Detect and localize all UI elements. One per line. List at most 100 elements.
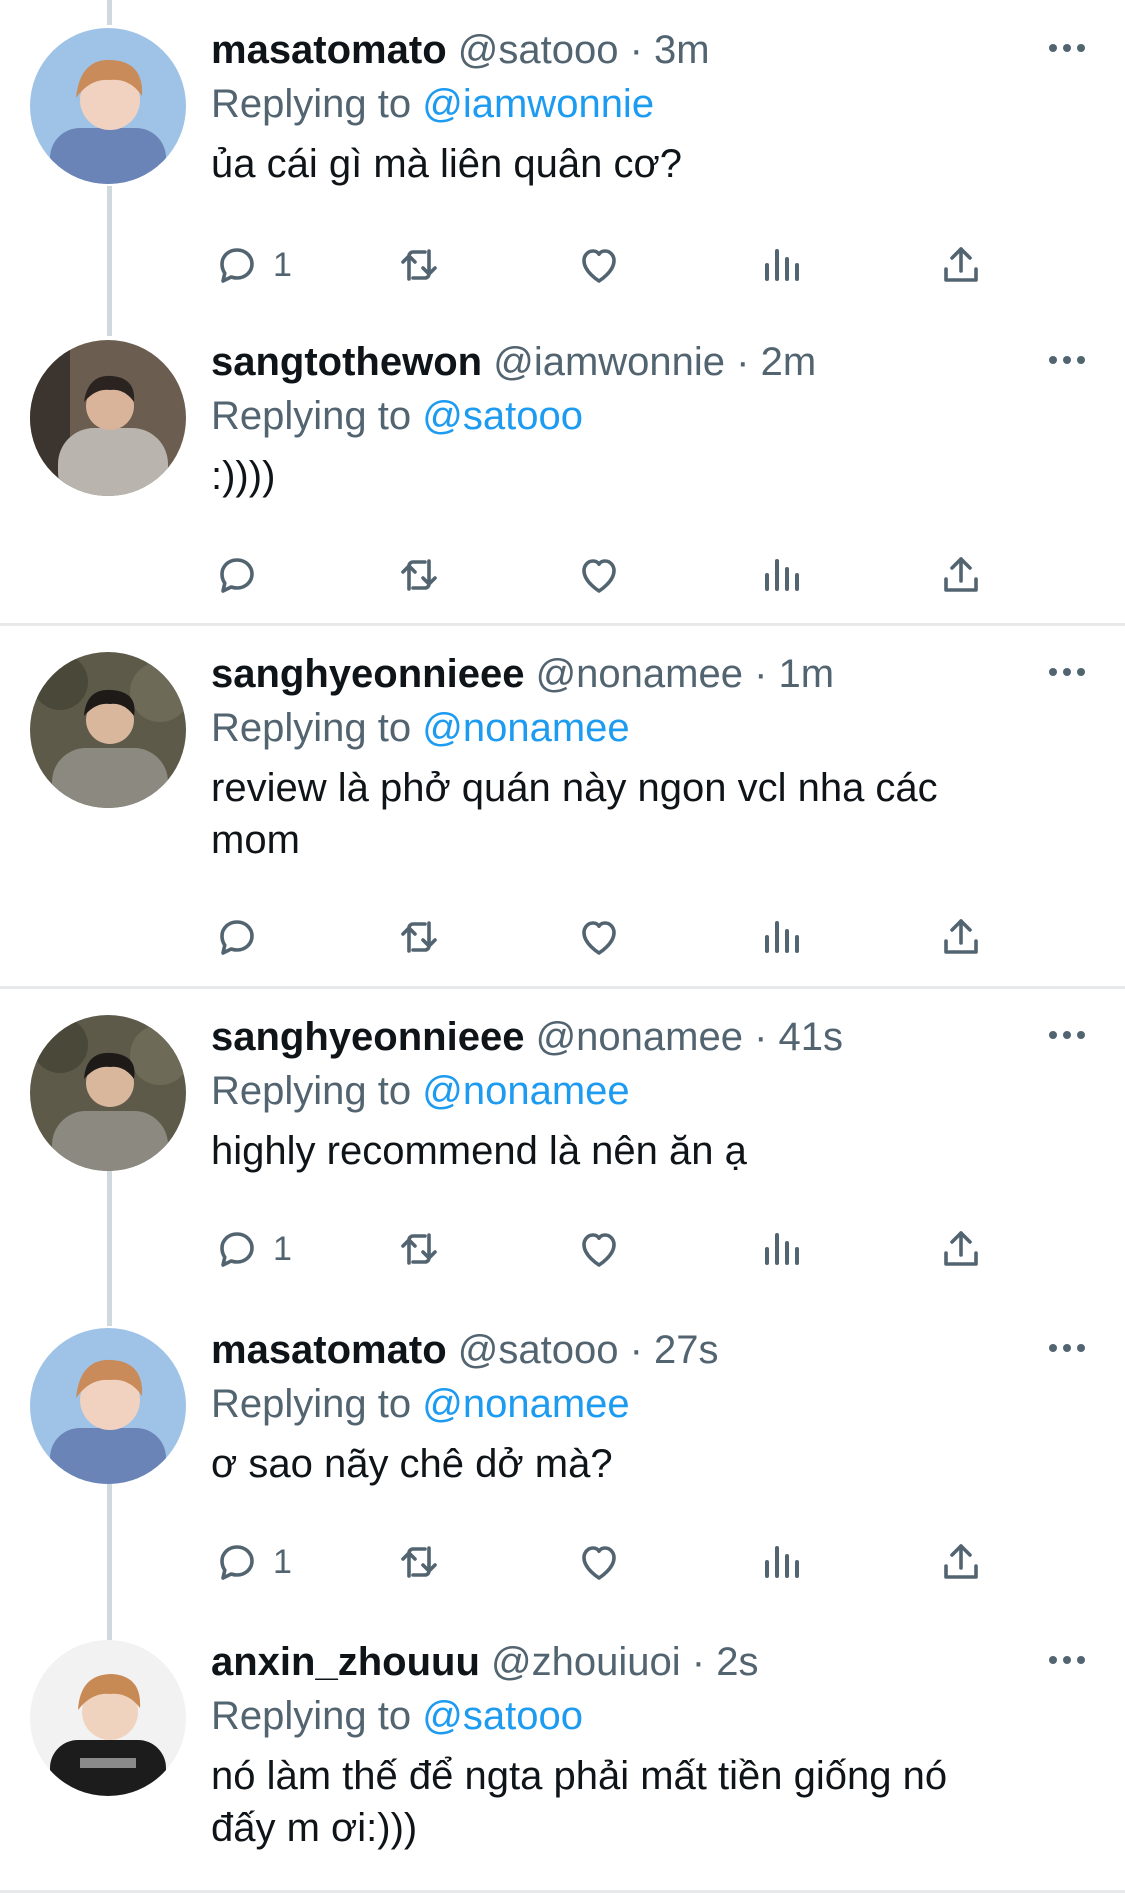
like-button[interactable] [575, 1219, 623, 1279]
separator-dot: · [736, 340, 750, 384]
separator-dot: · [754, 1015, 768, 1059]
retweet-button[interactable] [395, 1532, 443, 1592]
user-handle[interactable]: @satooo [458, 1328, 619, 1372]
retweet-button[interactable] [395, 907, 443, 967]
heart-icon [582, 1233, 616, 1267]
reply-count: 1 [273, 1542, 292, 1581]
retweet-button[interactable] [395, 1219, 443, 1279]
user-handle[interactable]: @zhouiuoi [491, 1640, 681, 1684]
reply-button[interactable]: 1 [213, 1219, 292, 1279]
display-name[interactable]: masatomato [211, 1328, 447, 1372]
like-button[interactable] [575, 545, 623, 605]
views-button[interactable] [757, 235, 805, 295]
tweet-text-line: review là phở quán này ngon vcl nha các [211, 766, 938, 810]
more-options-icon[interactable] [1041, 662, 1085, 682]
reply-icon [220, 1545, 254, 1580]
replying-mention[interactable]: @nonamee [422, 706, 629, 750]
action-bar [205, 907, 1005, 967]
views-icon [765, 559, 799, 591]
like-button[interactable] [575, 235, 623, 295]
views-button[interactable] [757, 907, 805, 967]
like-button[interactable] [575, 1532, 623, 1592]
more-options-icon[interactable] [1041, 350, 1085, 370]
timestamp[interactable]: 3m [654, 28, 710, 72]
avatar[interactable] [30, 1640, 186, 1796]
avatar[interactable] [30, 340, 186, 496]
tweet[interactable]: masatomato @satooo · 27s Replying to @no… [0, 1300, 1125, 1612]
replying-label: Replying to [211, 1694, 412, 1738]
tweet-text-line: ủa cái gì mà liên quân cơ? [211, 142, 682, 186]
retweet-button[interactable] [395, 235, 443, 295]
replying-mention[interactable]: @satooo [422, 1694, 583, 1738]
heart-icon [582, 921, 616, 955]
avatar[interactable] [30, 28, 186, 184]
share-button[interactable] [937, 235, 985, 295]
replying-mention[interactable]: @nonamee [422, 1069, 629, 1113]
tweet[interactable]: sanghyeonnieee @nonamee · 41s Replying t… [0, 987, 1125, 1302]
more-options-icon[interactable] [1041, 1338, 1085, 1358]
tweet[interactable]: masatomato @satooo · 3m Replying to @iam… [0, 0, 1125, 315]
more-options-icon[interactable] [1041, 38, 1085, 58]
tweet-text: ủa cái gì mà liên quân cơ? [211, 138, 1085, 190]
avatar[interactable] [30, 1328, 186, 1484]
timestamp[interactable]: 1m [779, 652, 835, 696]
replying-to: Replying to @satooo [211, 1690, 1085, 1742]
tweet-text-line: ơ sao nãy chê dở mà? [211, 1442, 613, 1486]
retweet-button[interactable] [395, 545, 443, 605]
heart-icon [582, 1546, 616, 1580]
reply-feed: masatomato @satooo · 3m Replying to @iam… [0, 0, 1125, 1897]
replying-mention[interactable]: @iamwonnie [422, 82, 654, 126]
action-bar [205, 545, 1005, 605]
heart-icon [582, 249, 616, 283]
views-button[interactable] [757, 1219, 805, 1279]
display-name[interactable]: masatomato [211, 28, 447, 72]
share-button[interactable] [937, 1532, 985, 1592]
display-name[interactable]: sangtothewon [211, 340, 482, 384]
timestamp[interactable]: 2s [716, 1640, 758, 1684]
user-handle[interactable]: @nonamee [536, 1015, 743, 1059]
tweet-text: :)))) [211, 450, 1085, 502]
views-icon [765, 1233, 799, 1265]
display-name[interactable]: anxin_zhouuu [211, 1640, 480, 1684]
more-options-icon[interactable] [1041, 1650, 1085, 1670]
share-button[interactable] [937, 545, 985, 605]
views-button[interactable] [757, 1532, 805, 1592]
more-options-icon[interactable] [1041, 1025, 1085, 1045]
user-handle[interactable]: @satooo [458, 28, 619, 72]
share-button[interactable] [937, 1219, 985, 1279]
reply-button[interactable]: 1 [213, 1532, 292, 1592]
timestamp[interactable]: 27s [654, 1328, 719, 1372]
views-button[interactable] [757, 545, 805, 605]
reply-button[interactable] [213, 545, 273, 605]
share-button[interactable] [937, 907, 985, 967]
reply-button[interactable]: 1 [213, 235, 292, 295]
timestamp[interactable]: 2m [761, 340, 817, 384]
share-icon [944, 1544, 978, 1579]
replying-mention[interactable]: @satooo [422, 394, 583, 438]
avatar[interactable] [30, 1015, 186, 1171]
views-icon [765, 249, 799, 281]
replying-to: Replying to @iamwonnie [211, 78, 1085, 130]
tweet-text: ơ sao nãy chê dở mà? [211, 1438, 1085, 1490]
avatar[interactable] [30, 652, 186, 808]
display-name[interactable]: sanghyeonnieee [211, 652, 524, 696]
retweet-icon [401, 559, 437, 591]
tweet[interactable]: anxin_zhouuu @zhouiuoi · 2s Replying to … [0, 1612, 1125, 1882]
tweet[interactable]: sanghyeonnieee @nonamee · 1m Replying to… [0, 624, 1125, 986]
replying-label: Replying to [211, 1069, 412, 1113]
replying-mention[interactable]: @nonamee [422, 1382, 629, 1426]
tweet[interactable]: sangtothewon @iamwonnie · 2m Replying to… [0, 312, 1125, 622]
tweet-text: review là phở quán này ngon vcl nha các … [211, 762, 1085, 866]
user-handle[interactable]: @nonamee [536, 652, 743, 696]
tweet-text: nó làm thế để ngta phải mất tiền giống n… [211, 1750, 1085, 1854]
replying-label: Replying to [211, 82, 412, 126]
timestamp[interactable]: 41s [779, 1015, 844, 1059]
reply-icon [220, 558, 254, 593]
display-name[interactable]: sanghyeonnieee [211, 1015, 524, 1059]
user-handle[interactable]: @iamwonnie [493, 340, 725, 384]
replying-label: Replying to [211, 394, 412, 438]
share-icon [944, 557, 978, 592]
reply-button[interactable] [213, 907, 273, 967]
tweet-header: anxin_zhouuu @zhouiuoi · 2s [211, 1636, 1085, 1688]
like-button[interactable] [575, 907, 623, 967]
